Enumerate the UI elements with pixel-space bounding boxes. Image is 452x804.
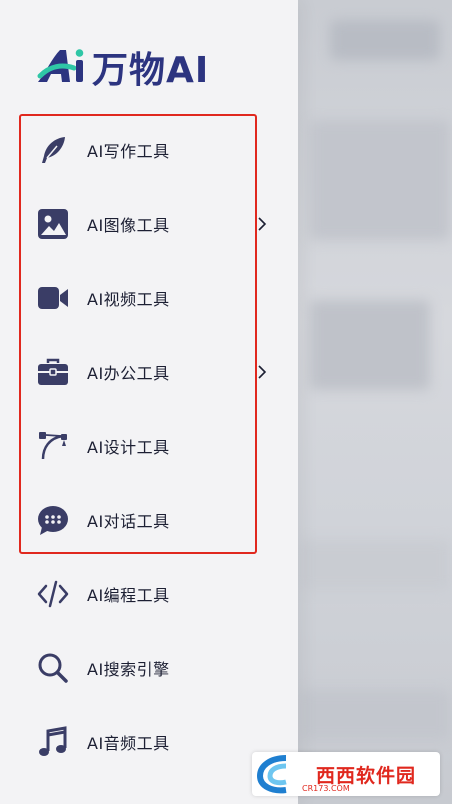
menu-item-ai-image[interactable]: AI图像工具 [0,194,298,254]
menu-item-label: AI设计工具 [87,438,170,457]
navigation-drawer: 万物AI AI写作工具 AI图像工具 AI视频工具 AI办公工具 AI设计工具 … [0,0,298,804]
bezier-pen-icon [36,429,70,463]
menu-item-label: AI视频工具 [87,290,170,309]
app-title: 万物AI [92,50,210,91]
video-camera-icon [36,281,70,315]
chat-bubble-icon [36,503,70,537]
menu-item-label: AI写作工具 [87,142,170,161]
menu-item-label: AI图像工具 [87,216,170,235]
menu-item-ai-office[interactable]: AI办公工具 [0,342,298,402]
logo-mark-icon [37,49,84,82]
code-icon [36,577,70,611]
menu-item-ai-writing[interactable]: AI写作工具 [0,120,298,180]
menu-item-ai-search[interactable]: AI搜索引擎 [0,638,298,698]
menu-item-ai-design[interactable]: AI设计工具 [0,416,298,476]
highlight-box [19,114,257,554]
chevron-right-icon [258,365,267,379]
feather-icon [36,133,70,167]
image-icon [36,207,70,241]
music-note-icon [36,725,70,759]
app-logo: 万物AI [36,44,210,91]
menu-item-label: AI搜索引擎 [87,660,170,679]
menu-item-label: AI对话工具 [87,512,170,531]
search-icon [36,651,70,685]
chevron-right-icon [258,217,267,231]
menu-item-label: AI音频工具 [87,734,170,753]
watermark-subtext: CR173.COM [302,784,350,793]
briefcase-icon [36,355,70,389]
menu-item-label: AI编程工具 [87,586,170,605]
menu-item-ai-chat[interactable]: AI对话工具 [0,490,298,550]
menu-item-label: AI办公工具 [87,364,170,383]
menu-item-ai-video[interactable]: AI视频工具 [0,268,298,328]
menu-item-ai-coding[interactable]: AI编程工具 [0,564,298,624]
